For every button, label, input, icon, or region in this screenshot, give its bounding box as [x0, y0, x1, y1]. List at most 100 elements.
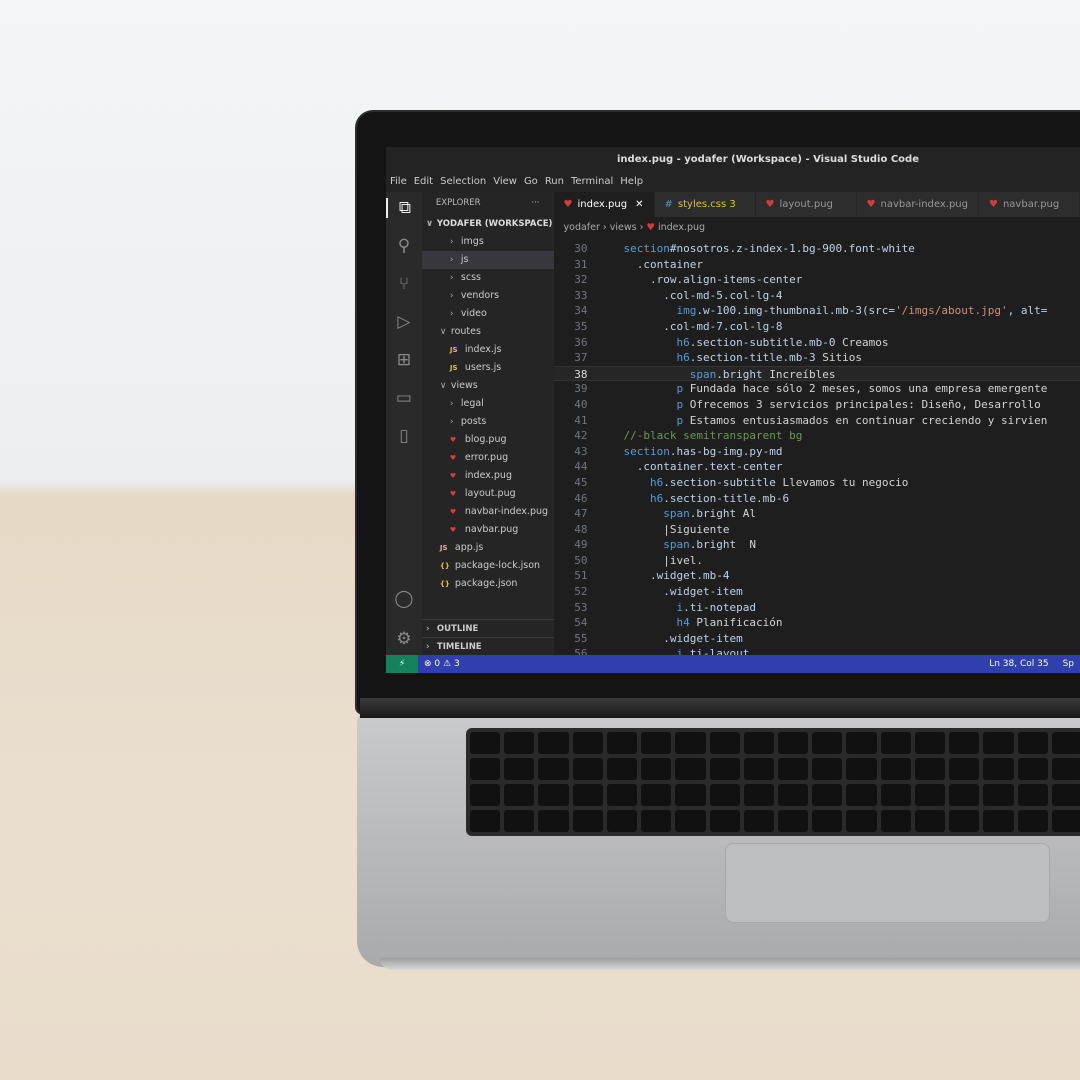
key: [538, 732, 569, 754]
menu-go[interactable]: Go: [524, 172, 538, 192]
key: [709, 732, 740, 754]
tree-item-label: routes: [450, 326, 481, 337]
menu-edit[interactable]: Edit: [414, 172, 433, 192]
settings-gear-icon[interactable]: ⚙: [396, 629, 411, 649]
cursor-position[interactable]: Ln 38, Col 35: [989, 655, 1048, 673]
tree-item-video[interactable]: › video: [422, 305, 554, 323]
tree-item-blog-pug[interactable]: ♥ blog.pug: [422, 431, 554, 449]
problems-button[interactable]: ⊗ 0 ⚠ 3: [418, 655, 460, 673]
line-number: 50: [574, 553, 588, 567]
tree-item-label: imgs: [460, 236, 484, 247]
tab-index-pug[interactable]: ♥ index.pug ✕: [553, 192, 654, 217]
code-token: h6: [650, 475, 664, 489]
close-tab-icon[interactable]: ✕: [635, 199, 643, 210]
pug-file-icon: ♥: [449, 472, 457, 480]
key: [880, 784, 911, 806]
key: [1051, 732, 1080, 754]
code-token: Sitios: [822, 351, 862, 365]
tree-item-imgs[interactable]: › imgs: [422, 233, 554, 251]
line-number: 34: [574, 304, 588, 318]
editor[interactable]: ♥ index.pug ✕ # styles.css 3 ♥ layout.pug ♥ navb…: [553, 192, 1080, 660]
tree-item-scss[interactable]: › scss: [422, 269, 554, 287]
tree-item-js[interactable]: › js: [421, 251, 554, 269]
tree-item-navbar-index-pug[interactable]: ♥ navbar-index.pug: [422, 503, 554, 521]
key: [675, 758, 706, 780]
more-actions-button[interactable]: ···: [531, 192, 539, 215]
line-number: 54: [574, 616, 588, 630]
key: [709, 784, 740, 806]
remote-button[interactable]: ⚡: [386, 655, 418, 673]
remote-explorer-icon[interactable]: ▭: [396, 388, 412, 408]
tree-item-vendors[interactable]: › vendors: [422, 287, 554, 305]
trackpad: [725, 843, 1050, 923]
tree-item-label: navbar-index.pug: [464, 506, 549, 517]
key: [846, 810, 877, 832]
tree-item-package-lock-json[interactable]: {} package-lock.json: [422, 557, 554, 575]
tree-item-package-json[interactable]: {} package.json: [422, 575, 554, 593]
timeline-panel[interactable]: › TIMELINE: [421, 637, 554, 655]
workspace-header[interactable]: ∨ YODAFER (WORKSPACE): [422, 215, 554, 233]
code-area[interactable]: 30 section #nosotros.z-index-1.bg-900.font…: [553, 241, 1080, 662]
code-token: Increíbles: [769, 367, 836, 381]
code-token: Ofrecemos 3 servicios principales: Diseñ…: [683, 397, 1041, 411]
tab-navbar-index-pug[interactable]: ♥ navbar-index.pug: [856, 192, 978, 217]
menu-selection[interactable]: Selection: [440, 172, 486, 192]
css-file-icon: #: [664, 199, 673, 210]
tree-item-legal[interactable]: › legal: [422, 395, 554, 413]
tree-item-posts[interactable]: › posts: [422, 413, 554, 431]
tree-item-views[interactable]: ∨ views: [422, 377, 554, 395]
key: [1017, 784, 1048, 806]
book-icon[interactable]: ▯: [399, 426, 408, 446]
key: [846, 732, 877, 754]
error-count: ⊗ 0: [424, 659, 441, 669]
tab-navbar-pug[interactable]: ♥ navbar.pug: [979, 192, 1079, 217]
files-icon[interactable]: ⧉: [386, 198, 422, 218]
extensions-icon[interactable]: ⊞: [397, 350, 411, 370]
menu-help[interactable]: Help: [620, 172, 643, 192]
indentation[interactable]: Sp: [1063, 655, 1074, 673]
tab-styles-css[interactable]: # styles.css 3: [654, 192, 755, 217]
key: [846, 758, 877, 780]
tree-item-navbar-pug[interactable]: ♥ navbar.pug: [422, 521, 554, 539]
code-token: Llevamos tu negocio: [782, 475, 909, 489]
account-icon[interactable]: ◯: [394, 589, 413, 609]
key: [572, 784, 603, 806]
line-number: 44: [574, 460, 588, 474]
code-token: h6: [650, 491, 664, 505]
tree-item-label: views: [450, 380, 478, 391]
key: [1051, 784, 1080, 806]
tree-item-users-js[interactable]: JS users.js: [422, 359, 554, 377]
tab-layout-pug[interactable]: ♥ layout.pug: [755, 192, 856, 217]
menu-run[interactable]: Run: [545, 172, 564, 192]
tree-item-error-pug[interactable]: ♥ error.pug: [422, 449, 554, 467]
tree-item-index-js[interactable]: JS index.js: [422, 341, 554, 359]
search-icon[interactable]: ⚲: [398, 236, 410, 256]
tree-item-app-js[interactable]: JS app.js: [422, 539, 554, 557]
code-line: 50 |ivel.: [554, 553, 1080, 569]
line-number: 31: [574, 257, 588, 271]
line-number: 55: [574, 631, 588, 645]
tree-item-layout-pug[interactable]: ♥ layout.pug: [422, 485, 554, 503]
chevron-right-icon: ›: [449, 237, 454, 247]
run-debug-icon[interactable]: ▷: [397, 312, 410, 332]
breadcrumb-item[interactable]: yodafer: [564, 222, 600, 233]
menu-terminal[interactable]: Terminal: [571, 172, 613, 192]
line-number: 41: [574, 413, 588, 427]
outline-panel[interactable]: › OUTLINE: [421, 619, 554, 637]
key: [1017, 758, 1048, 780]
menu-file[interactable]: File: [390, 172, 407, 192]
code-token: .widget-item: [663, 585, 743, 599]
key: [606, 732, 638, 754]
code-line: 42 //-black semitransparent bg: [554, 428, 1080, 444]
breadcrumb-item[interactable]: views: [610, 222, 637, 233]
code-token: .container: [636, 257, 703, 271]
tree-item-index-pug[interactable]: ♥ index.pug: [422, 467, 554, 485]
source-control-icon[interactable]: ⑂: [399, 274, 409, 294]
menu-view[interactable]: View: [493, 172, 517, 192]
breadcrumb-item[interactable]: index.pug: [658, 222, 705, 233]
tree-item-routes[interactable]: ∨ routes: [422, 323, 554, 341]
